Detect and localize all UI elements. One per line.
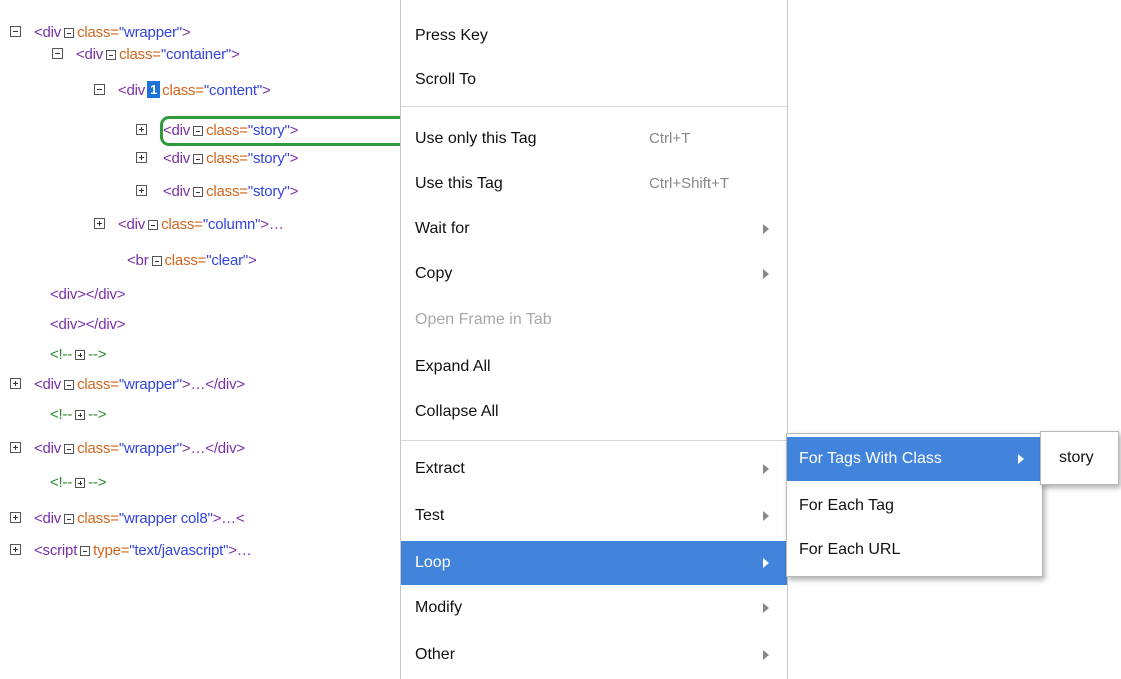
expand-icon[interactable] [136,185,147,197]
tree-node-wrapper[interactable]: <div class="wrapper">…</div> [10,374,245,396]
expand-icon[interactable] [10,442,21,454]
menu-item-wait-for[interactable]: Wait for [401,207,787,251]
expand-icon[interactable] [94,218,105,230]
expand-icon[interactable] [75,410,86,421]
tree-node-wrapper-col8[interactable]: <div class="wrapper col8">…< [10,508,245,530]
expand-icon[interactable] [75,478,86,489]
collapse-icon[interactable] [106,50,117,61]
tree-node-comment[interactable]: <!-- --> [50,472,106,494]
shortcut-label: Ctrl+Shift+T [649,175,730,192]
collapse-icon[interactable] [64,514,75,525]
loop-submenu: For Tags With Class For Each Tag For Eac… [786,433,1043,577]
menu-item-use-only-this-tag[interactable]: Use only this Tag Ctrl+T [401,117,787,161]
menu-item-open-frame-in-tab: Open Frame in Tab [415,311,552,328]
expand-icon[interactable] [10,378,21,390]
menu-item-modify[interactable]: Modify [401,586,787,630]
expand-icon[interactable] [10,512,21,524]
collapse-icon[interactable] [94,84,105,96]
tree-node-comment[interactable]: <!-- --> [50,344,106,366]
menu-item-scroll-to[interactable]: Scroll To [401,58,787,102]
tree-node-br[interactable]: <br class="clear"> [127,250,257,272]
dom-tree: <div class="wrapper"> <div class="containe… [0,0,410,679]
submenu-item-for-each-tag[interactable]: For Each Tag [787,484,1042,528]
collapse-icon[interactable] [80,546,91,557]
expand-icon[interactable] [10,544,21,556]
expand-icon[interactable] [136,124,147,136]
tree-node-container[interactable]: <div class="container"> [52,44,240,66]
collapse-icon[interactable] [151,256,162,267]
tree-node-content[interactable]: <div 1 class="content"> [94,80,271,102]
collapse-icon[interactable] [193,187,204,198]
submenu-arrow-icon [763,511,769,521]
submenu-arrow-icon [763,269,769,279]
tree-node-script[interactable]: <script type="text/javascript">… [10,540,252,562]
match-count-badge: 1 [147,81,161,99]
expand-icon[interactable] [75,350,86,361]
selected-node-outline [160,116,410,146]
submenu-arrow-icon [763,558,769,568]
tree-node-wrapper[interactable]: <div class="wrapper">…</div> [10,438,245,460]
menu-item-loop[interactable]: Loop [401,541,787,585]
menu-item-test[interactable]: Test [401,494,787,538]
submenu-arrow-icon [763,603,769,613]
collapse-icon[interactable] [64,380,75,391]
menu-item-collapse-all[interactable]: Collapse All [401,390,787,434]
menu-item-press-key[interactable]: Press Key [401,14,787,58]
menu-item-expand-all[interactable]: Expand All [401,345,787,389]
submenu-arrow-icon [1018,454,1024,464]
submenu-item-story[interactable]: story [1041,432,1118,484]
submenu-item-for-each-url[interactable]: For Each URL [787,528,1042,572]
tree-node-comment[interactable]: <!-- --> [50,404,106,426]
collapse-icon[interactable] [10,26,21,38]
collapse-icon[interactable] [52,48,63,60]
submenu-arrow-icon [763,224,769,234]
menu-separator [401,440,787,441]
tree-node-empty-div[interactable]: <div></div> [50,284,126,306]
tree-node-story[interactable]: <div class="story"> [136,148,298,170]
menu-item-copy[interactable]: Copy [401,252,787,296]
class-submenu: story [1040,431,1119,485]
tree-node-column[interactable]: <div class="column">… [94,214,284,236]
collapse-icon[interactable] [64,444,75,455]
menu-item-use-this-tag[interactable]: Use this Tag Ctrl+Shift+T [401,162,787,206]
submenu-item-for-tags-with-class[interactable]: For Tags With Class [787,437,1042,481]
expand-icon[interactable] [136,152,147,164]
tree-node-empty-div[interactable]: <div></div> [50,314,126,336]
submenu-arrow-icon [763,464,769,474]
menu-item-other[interactable]: Other [401,633,787,677]
tree-node-wrapper[interactable]: <div class="wrapper"> [10,22,191,44]
shortcut-label: Ctrl+T [649,130,691,147]
submenu-arrow-icon [763,650,769,660]
collapse-icon[interactable] [193,154,204,165]
context-menu: Press Key Scroll To Use only this Tag Ct… [400,0,788,679]
tree-node-story[interactable]: <div class="story"> [136,181,298,203]
collapse-icon[interactable] [64,28,75,39]
collapse-icon[interactable] [148,220,159,231]
menu-separator [401,106,787,107]
menu-item-extract[interactable]: Extract [401,447,787,491]
